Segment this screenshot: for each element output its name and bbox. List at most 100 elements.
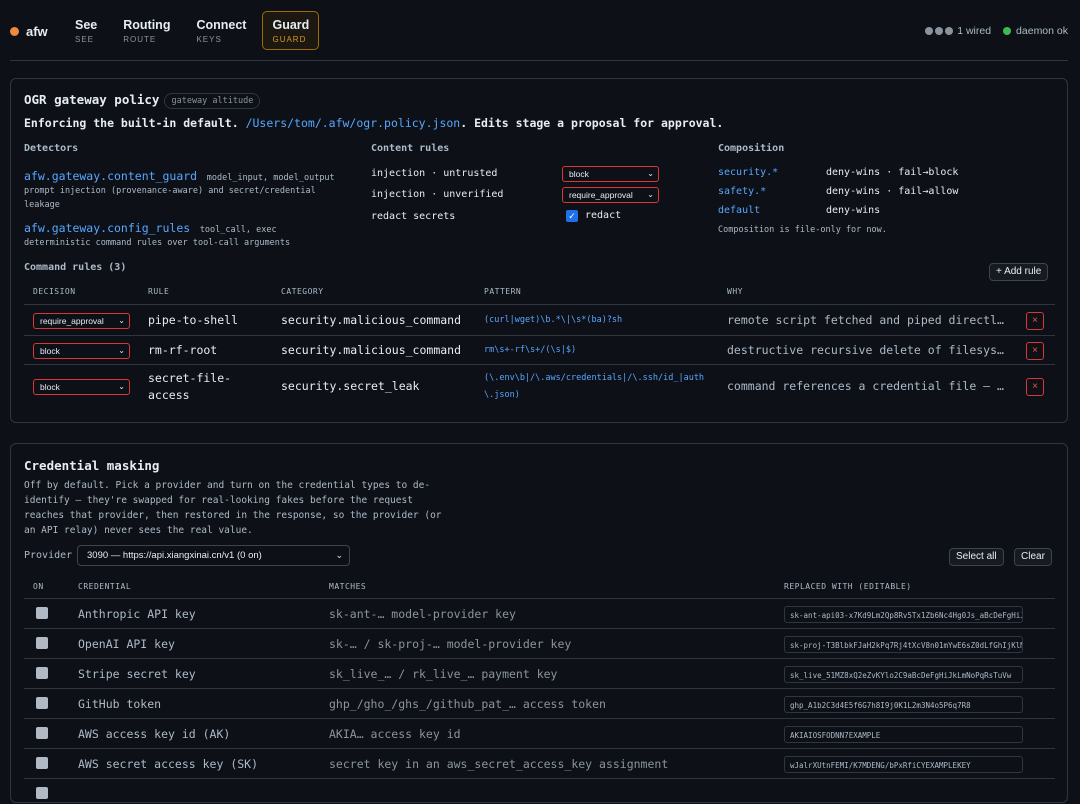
policy-file-link[interactable]: /Users/tom/.afw/ogr.policy.json — [246, 116, 461, 130]
brand-name: afw — [26, 24, 48, 39]
delete-rule-button[interactable]: × — [1026, 342, 1044, 360]
credential-name: Stripe secret key — [78, 667, 196, 681]
chevron-down-icon: ⌄ — [647, 190, 654, 199]
composition-value: deny-wins · fail→allow — [826, 186, 959, 197]
decision-select[interactable]: block ⌄ — [33, 379, 130, 395]
enforcing-prefix: Enforcing the built-in default. — [24, 116, 239, 130]
select-value: require_approval — [40, 316, 104, 326]
table-row: AWS access key id (AK) AKIA… access key … — [24, 718, 1055, 748]
decision-select[interactable]: block ⌄ — [33, 343, 130, 359]
nav-tab-see[interactable]: See SEE — [65, 11, 107, 50]
credential-name: OpenAI API key — [78, 637, 175, 651]
enforcing-suffix: . Edits stage a proposal for approval. — [460, 116, 724, 130]
wired-dots-icon — [925, 27, 954, 36]
nav-tab-title: See — [75, 18, 98, 32]
chevron-down-icon: ⌄ — [118, 382, 125, 391]
table-row: OpenAI API key sk-… / sk-proj-… model-pr… — [24, 628, 1055, 658]
masking-title: Credential masking — [24, 458, 160, 473]
table-row: Anthropic API key sk-ant-… model-provide… — [24, 598, 1055, 628]
table-row: block ⌄ secret-file-access security.secre… — [24, 364, 1055, 409]
table-row: AWS secret access key (SK) secret key in… — [24, 748, 1055, 778]
composition-key: default — [718, 205, 761, 216]
provider-select[interactable]: 3090 — https://api.xiangxinai.cn/v1 (0 o… — [77, 545, 350, 566]
table-row: block ⌄ rm-rf-root security.malicious_com… — [24, 335, 1055, 364]
command-rules-heading: Command rules (3) — [24, 262, 127, 273]
col-header-decision: DECISION — [33, 287, 76, 296]
replacement-input[interactable]: sk-proj-T3BlbkFJaH2kPq7Rj4tXcV8n01mYwE6s… — [784, 636, 1023, 653]
rule-why: remote script fetched and piped directly… — [727, 313, 1009, 327]
redact-checkbox-label: redact — [585, 210, 622, 221]
replacement-input[interactable]: wJalrXUtnFEMI/K7MDENG/bPxRfiCYEXAMPLEKEY — [784, 756, 1023, 773]
rule-why: command references a credential file — b… — [727, 379, 1009, 393]
delete-rule-button[interactable]: × — [1026, 378, 1044, 396]
masking-description: Off by default. Pick a provider and turn… — [24, 480, 442, 536]
chevron-down-icon: ⌄ — [118, 346, 125, 355]
select-value: block — [40, 382, 60, 392]
content-rule-label: redact secrets — [371, 211, 456, 222]
col-header-on: ON — [33, 582, 44, 591]
detector-args: tool_call, exec — [199, 225, 277, 235]
rule-pattern: rm\s+-rf\s+/(\s|$) — [484, 345, 577, 355]
nav-tab-guard[interactable]: Guard GUARD — [262, 11, 320, 50]
table-row: GitHub token ghp_/gho_/ghs_/github_pat_…… — [24, 688, 1055, 718]
nav-tab-title: Guard — [272, 18, 310, 32]
daemon-label: daemon ok — [1016, 25, 1068, 37]
rule-category: security.malicious_command — [281, 313, 462, 327]
policy-title-text: OGR gateway policy — [24, 92, 160, 107]
credential-checkbox[interactable] — [36, 757, 48, 769]
close-icon: × — [1032, 345, 1038, 356]
replacement-input[interactable]: sk-ant-api03-x7Kd9Lm2Qp8Rv5Tx1Zb6Nc4Hg0J… — [784, 606, 1023, 623]
rule-name: secret-file-access — [148, 371, 232, 402]
col-header-pattern: PATTERN — [484, 287, 522, 296]
detector-content-guard: afw.gateway.content_guard model_input, m… — [24, 165, 344, 212]
credential-checkbox[interactable] — [36, 607, 48, 619]
composition-key: security.* — [718, 167, 779, 178]
injection-untrusted-select[interactable]: block ⌄ — [562, 166, 659, 182]
delete-rule-button[interactable]: × — [1026, 312, 1044, 330]
credential-matches: sk-ant-… model-provider key — [329, 607, 516, 621]
select-all-button[interactable]: Select all — [949, 548, 1004, 566]
status-area: 1 wired daemon ok — [925, 25, 1068, 37]
replacement-input[interactable]: sk_live_51MZ8xQ2eZvKYlo2C9aBcDeFgHiJkLmN… — [784, 666, 1023, 683]
table-row: Stripe secret key sk_live_… / rk_live_… … — [24, 658, 1055, 688]
chevron-down-icon: ⌄ — [118, 316, 125, 325]
daemon-ok-dot-icon — [1003, 27, 1012, 36]
clear-button[interactable]: Clear — [1014, 548, 1052, 566]
wired-status: 1 wired — [925, 25, 991, 37]
gateway-altitude-tag: gateway altitude — [164, 92, 261, 109]
injection-unverified-select[interactable]: require_approval ⌄ — [562, 187, 659, 203]
composition-row: default deny-wins — [718, 205, 880, 216]
select-value: block — [569, 169, 589, 179]
credential-checkbox[interactable] — [36, 667, 48, 679]
credential-checkbox[interactable] — [36, 727, 48, 739]
decision-select[interactable]: require_approval ⌄ — [33, 313, 130, 329]
detectors-heading: Detectors — [24, 143, 79, 154]
add-rule-button[interactable]: + Add rule — [989, 263, 1049, 281]
detector-config-rules: afw.gateway.config_rules tool_call, exec… — [24, 217, 344, 250]
credential-checkbox[interactable] — [36, 787, 48, 799]
brand[interactable]: afw — [10, 24, 48, 39]
nav-tab-sub: GUARD — [272, 35, 307, 44]
content-rules-heading: Content rules — [371, 143, 450, 154]
rule-name: pipe-to-shell — [148, 313, 239, 327]
composition-value: deny-wins — [826, 205, 881, 216]
credential-name: GitHub token — [78, 697, 162, 711]
nav-tab-connect[interactable]: Connect KEYS — [186, 11, 256, 50]
replacement-input[interactable]: ghp_A1b2C3d4E5f6G7h8I9j0K1L2m3N4o5P6q7R8 — [784, 696, 1023, 713]
daemon-status: daemon ok — [1003, 25, 1068, 37]
credential-checkbox[interactable] — [36, 637, 48, 649]
nav-tab-routing[interactable]: Routing ROUTE — [113, 11, 180, 50]
replacement-input[interactable]: AKIAIOSFODNN7EXAMPLE — [784, 726, 1023, 743]
detector-desc: deterministic command rules over tool-ca… — [24, 238, 291, 248]
nav-tab-sub: SEE — [75, 35, 95, 44]
redact-checkbox[interactable]: ✓ — [566, 210, 578, 222]
col-header-matches: MATCHES — [329, 582, 367, 591]
credential-checkbox[interactable] — [36, 697, 48, 709]
enforcing-line: Enforcing the built-in default. /Users/t… — [24, 116, 723, 130]
credential-matches: AKIA… access key id — [329, 727, 461, 741]
composition-value: deny-wins · fail→block — [826, 167, 959, 178]
rule-pattern: (curl|wget)\b.*\|\s*(ba)?sh — [484, 315, 623, 325]
col-header-category: CATEGORY — [281, 287, 324, 296]
rule-category: security.malicious_command — [281, 343, 462, 357]
composition-note: Composition is file-only for now. — [718, 225, 887, 235]
